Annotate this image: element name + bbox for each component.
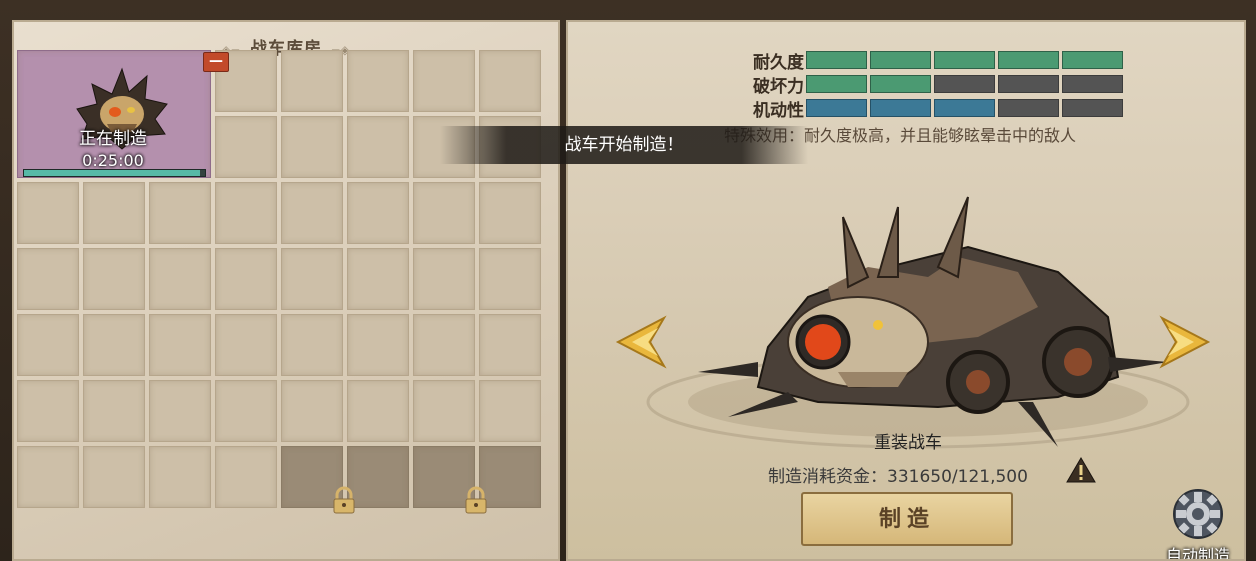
inventory-slot[interactable]: [413, 314, 475, 376]
stat-label: 机动性: [753, 100, 804, 121]
padlock-icon: [333, 486, 355, 514]
inventory-slot[interactable]: [149, 446, 211, 508]
inventory-slot[interactable]: [83, 446, 145, 508]
stat-bar-segment: [806, 75, 867, 93]
stat-bar-segment: [870, 75, 931, 93]
inventory-slot[interactable]: [281, 380, 343, 442]
inventory-slot[interactable]: [479, 380, 541, 442]
stat-row: 耐久度: [718, 48, 1123, 73]
inventory-slot[interactable]: [17, 248, 79, 310]
stat-bar-segment: [934, 99, 995, 117]
vehicle-detail-panel: 耐久度 破坏力 机动性 特殊效用：耐久度极高，并且能够眩晕击中的敌人 重装战车 …: [566, 20, 1246, 561]
build-progress-fill: [24, 170, 200, 176]
inventory-slot[interactable]: [413, 50, 475, 112]
stat-bar-segment: [806, 99, 867, 117]
stat-bar-segment: [870, 99, 931, 117]
building-status-label: 正在制造: [79, 129, 147, 149]
inventory-slot[interactable]: [281, 314, 343, 376]
stat-bar-segment: [1062, 75, 1123, 93]
inventory-slot[interactable]: [479, 248, 541, 310]
build-timer: 0:25:00: [82, 151, 144, 170]
inventory-slot[interactable]: [149, 248, 211, 310]
vehicle-name: 重装战车: [874, 433, 942, 453]
warning-icon[interactable]: [1066, 456, 1096, 484]
stat-bar-segment: [998, 51, 1059, 69]
inventory-slot[interactable]: [281, 50, 343, 112]
inventory-slot[interactable]: [479, 182, 541, 244]
inventory-slot[interactable]: [347, 50, 409, 112]
auto-craft-button[interactable]: 自动制造: [1158, 482, 1238, 561]
stat-row: 机动性: [718, 96, 1123, 121]
stat-label: 耐久度: [753, 52, 804, 73]
build-progress-bar: [23, 169, 206, 177]
cancel-build-badge[interactable]: —: [203, 52, 229, 72]
stat-bar-segment: [1062, 99, 1123, 117]
war-chariot-image: [646, 196, 1190, 449]
vehicle-stats: 耐久度 破坏力 机动性: [718, 48, 1123, 121]
inventory-slot[interactable]: [215, 182, 277, 244]
inventory-slot[interactable]: [17, 380, 79, 442]
toast-message: 战车开始制造！: [440, 126, 808, 164]
inventory-slot[interactable]: [149, 182, 211, 244]
auto-craft-label: 自动制造: [1165, 546, 1230, 561]
craft-button[interactable]: 制造: [801, 492, 1013, 546]
stat-bar: [806, 99, 1123, 117]
inventory-slot[interactable]: [479, 314, 541, 376]
stat-bar: [806, 51, 1123, 69]
inventory-slot[interactable]: [149, 314, 211, 376]
inventory-slot[interactable]: [281, 116, 343, 178]
stat-bar-segment: [934, 75, 995, 93]
stat-bar: [806, 75, 1123, 93]
stat-bar-segment: [998, 75, 1059, 93]
game-window: ◈─战车库房─◈ — 正在制造 0:25:00 耐久度破坏力机动性 特殊效用：耐…: [0, 0, 1256, 561]
inventory-slot[interactable]: [413, 380, 475, 442]
previous-vehicle-arrow-icon[interactable]: [614, 314, 674, 370]
inventory-slot[interactable]: [83, 314, 145, 376]
inventory-slot[interactable]: [347, 116, 409, 178]
stat-bar-segment: [998, 99, 1059, 117]
inventory-slot[interactable]: [413, 248, 475, 310]
inventory-slot[interactable]: [215, 248, 277, 310]
building-vehicle-slot[interactable]: — 正在制造 0:25:00: [17, 50, 229, 180]
craft-cost-label: 制造消耗资金：331650/121,500: [768, 467, 1028, 487]
inventory-slot[interactable]: [281, 182, 343, 244]
stat-bar-segment: [870, 51, 931, 69]
stat-bar-segment: [806, 51, 867, 69]
inventory-slot[interactable]: [83, 182, 145, 244]
inventory-slot[interactable]: [281, 248, 343, 310]
inventory-slot[interactable]: [215, 116, 277, 178]
next-vehicle-arrow-icon[interactable]: [1152, 314, 1212, 370]
inventory-slot[interactable]: [17, 314, 79, 376]
stat-bar-segment: [1062, 51, 1123, 69]
inventory-slot[interactable]: [215, 314, 277, 376]
inventory-slot[interactable]: [17, 182, 79, 244]
inventory-slot[interactable]: [413, 182, 475, 244]
gear-icon: [1173, 489, 1223, 539]
inventory-slot[interactable]: [17, 446, 79, 508]
inventory-slot[interactable]: [149, 380, 211, 442]
inventory-slot[interactable]: [479, 50, 541, 112]
inventory-slot[interactable]: [83, 248, 145, 310]
inventory-slot[interactable]: [347, 380, 409, 442]
inventory-slot[interactable]: [347, 314, 409, 376]
inventory-slot[interactable]: [347, 248, 409, 310]
inventory-slot[interactable]: [215, 446, 277, 508]
stat-label: 破坏力: [753, 76, 804, 97]
stat-bar-segment: [934, 51, 995, 69]
inventory-slot[interactable]: [215, 380, 277, 442]
padlock-icon: [465, 486, 487, 514]
inventory-slot[interactable]: [83, 380, 145, 442]
inventory-slot[interactable]: [347, 182, 409, 244]
stat-row: 破坏力: [718, 72, 1123, 97]
